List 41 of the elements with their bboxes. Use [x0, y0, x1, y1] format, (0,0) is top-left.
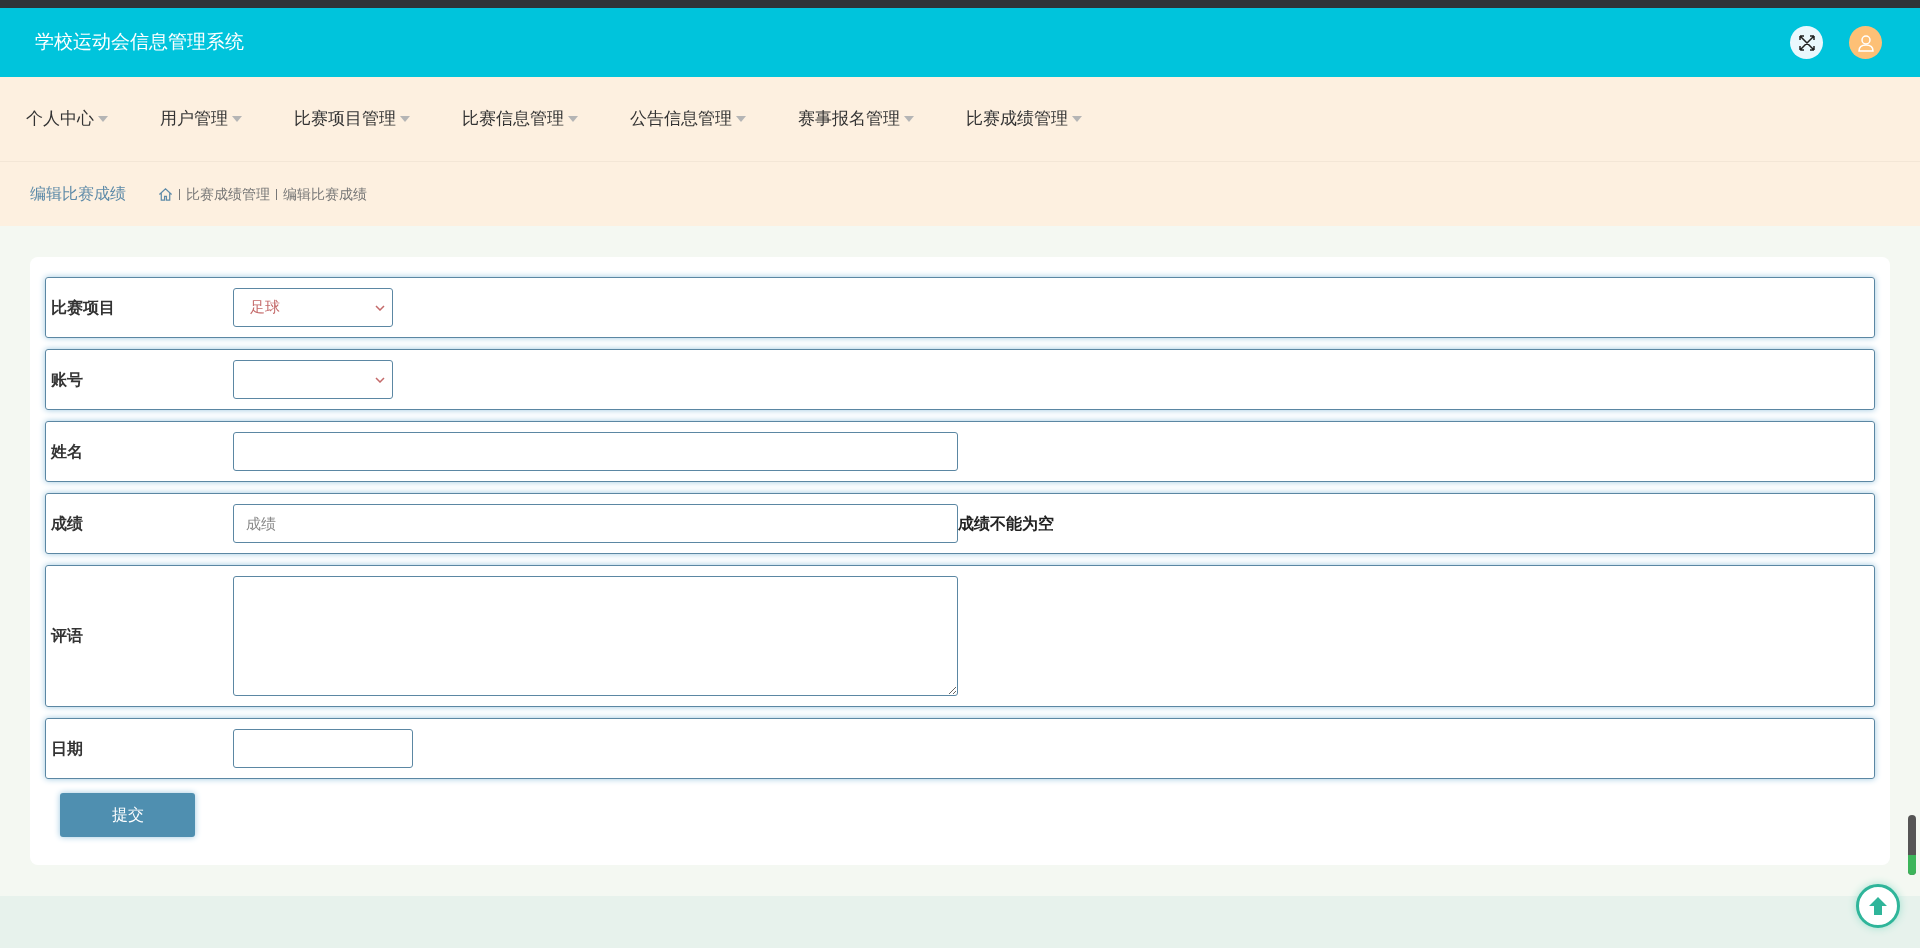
caret-icon	[1072, 116, 1082, 122]
breadcrumb-item[interactable]: 比赛成绩管理	[186, 183, 270, 205]
text-field[interactable]	[233, 432, 958, 471]
chevron-icon	[375, 304, 385, 311]
caret-icon	[568, 116, 578, 122]
chevron-icon	[375, 376, 385, 383]
select-field[interactable]	[233, 360, 393, 399]
nav-menu-item[interactable]: 比赛成绩管理	[966, 106, 1082, 132]
field-label: 账号	[50, 369, 84, 390]
arrow-up-icon	[1867, 895, 1889, 917]
nav-menu-item[interactable]: 赛事报名管理	[798, 106, 914, 132]
nav-menu-item[interactable]: 公告信息管理	[630, 106, 746, 132]
back-to-top-button[interactable]	[1856, 884, 1900, 928]
field-label: 评语	[49, 626, 84, 646]
scroll-indicator	[1908, 815, 1916, 875]
expand-icon	[1797, 33, 1816, 52]
text-field[interactable]: 成绩	[233, 504, 958, 543]
caret-icon	[232, 116, 242, 122]
error-message: 成绩不能为空	[958, 513, 1054, 534]
field-label: 成绩	[50, 513, 84, 534]
caret-icon	[904, 116, 914, 122]
nav-menu-item[interactable]: 比赛信息管理	[462, 106, 578, 132]
app-title: 学校运动会信息管理系统	[35, 30, 244, 55]
select-field[interactable]: 足球	[233, 288, 393, 327]
page-title: 编辑比赛成绩	[30, 184, 126, 204]
breadcrumb-item: 编辑比赛成绩	[283, 184, 367, 204]
submit-button[interactable]: 提交	[60, 793, 195, 837]
field-label: 日期	[50, 738, 84, 759]
date-field[interactable]	[233, 729, 413, 768]
caret-icon	[400, 116, 410, 122]
nav-menu-item[interactable]: 用户管理	[160, 106, 242, 132]
user-icon	[1856, 33, 1875, 52]
avatar-button[interactable]	[1849, 26, 1882, 59]
fullscreen-button[interactable]	[1790, 26, 1823, 59]
field-label: 比赛项目	[50, 297, 116, 318]
caret-icon	[736, 116, 746, 122]
caret-icon	[98, 116, 108, 122]
nav-menu-item[interactable]: 个人中心	[26, 106, 108, 132]
nav-menu-item[interactable]: 比赛项目管理	[294, 106, 410, 132]
home-icon[interactable]	[158, 186, 173, 202]
field-label: 姓名	[49, 441, 84, 462]
